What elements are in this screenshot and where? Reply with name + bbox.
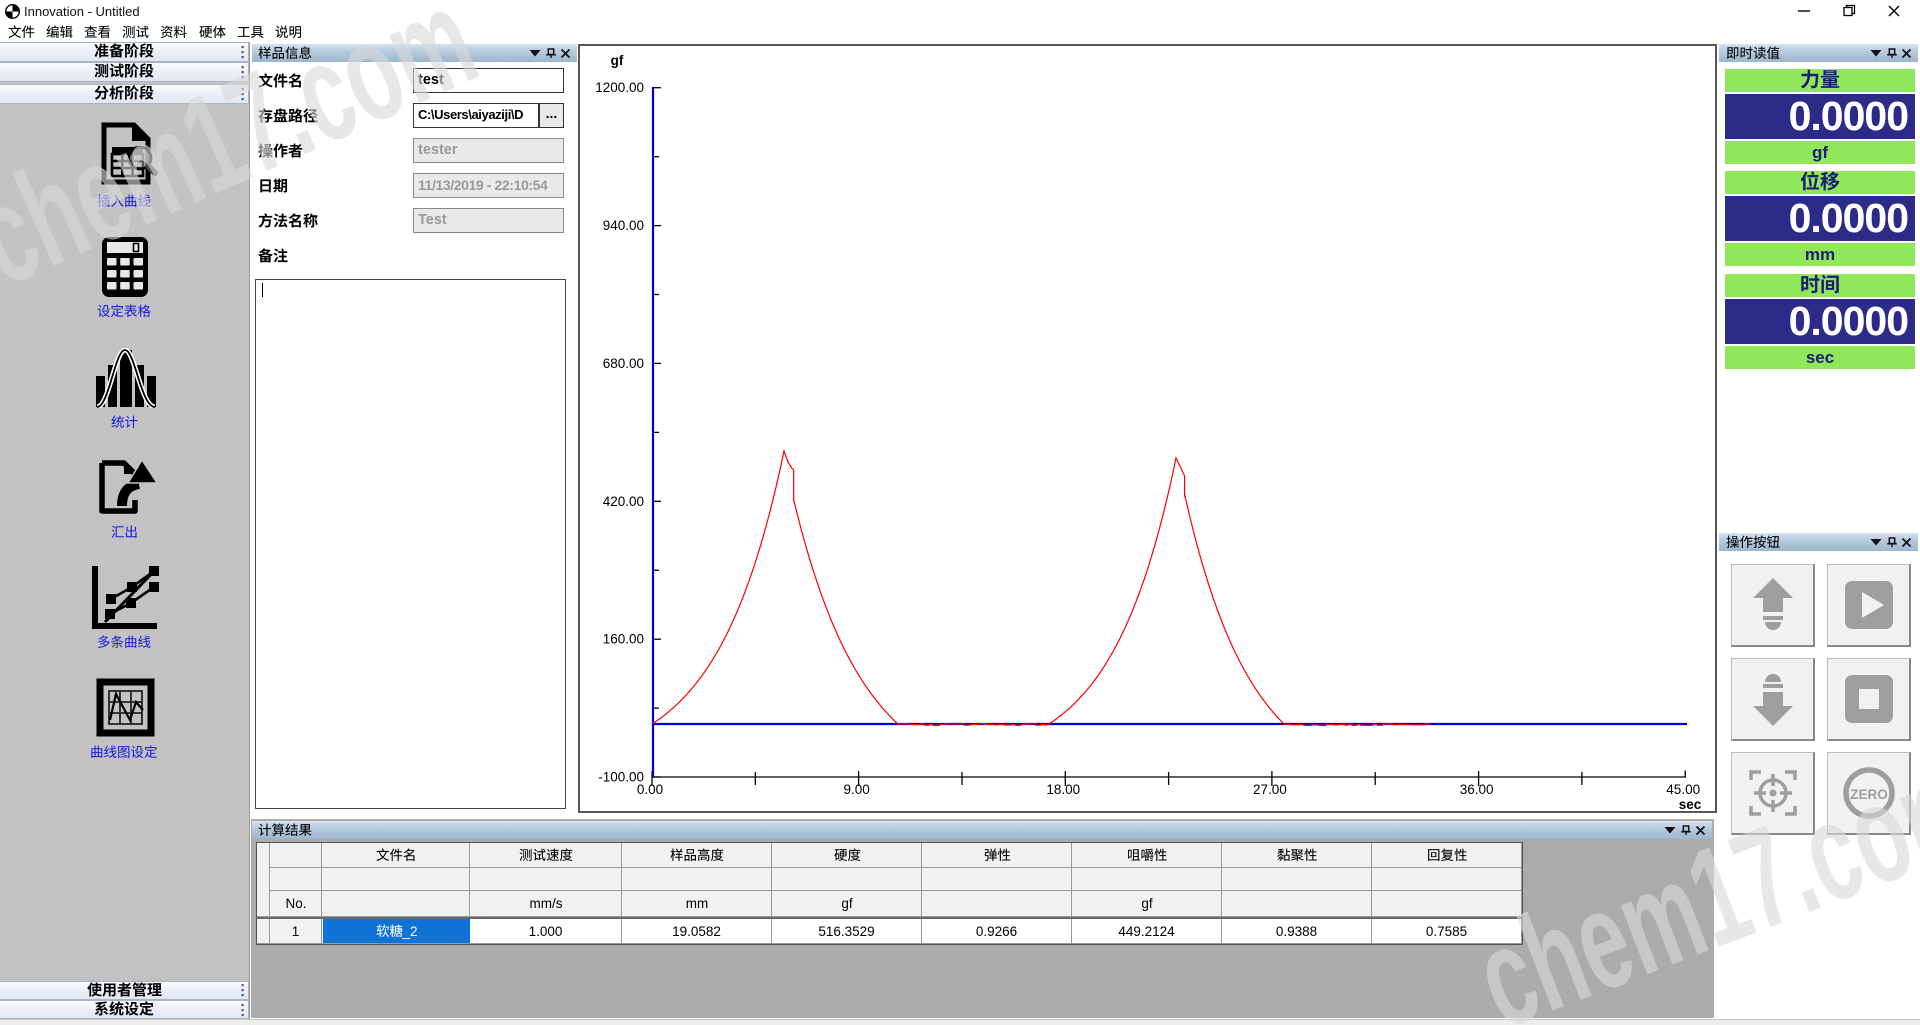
svg-text:420.00: 420.00 [603,494,644,509]
svg-text:160.00: 160.00 [603,632,644,647]
svg-text:36.00: 36.00 [1460,782,1494,797]
svg-text:45.00: 45.00 [1666,782,1700,797]
svg-text:680.00: 680.00 [603,356,644,371]
svg-text:940.00: 940.00 [603,218,644,233]
svg-text:9.00: 9.00 [843,782,869,797]
svg-text:gf: gf [611,53,624,68]
svg-text:27.00: 27.00 [1253,782,1287,797]
svg-text:0.00: 0.00 [637,782,663,797]
svg-text:18.00: 18.00 [1046,782,1080,797]
svg-text:1200.00: 1200.00 [595,80,644,95]
svg-text:ZERO: ZERO [1850,787,1888,802]
svg-text:sec: sec [1679,797,1702,812]
